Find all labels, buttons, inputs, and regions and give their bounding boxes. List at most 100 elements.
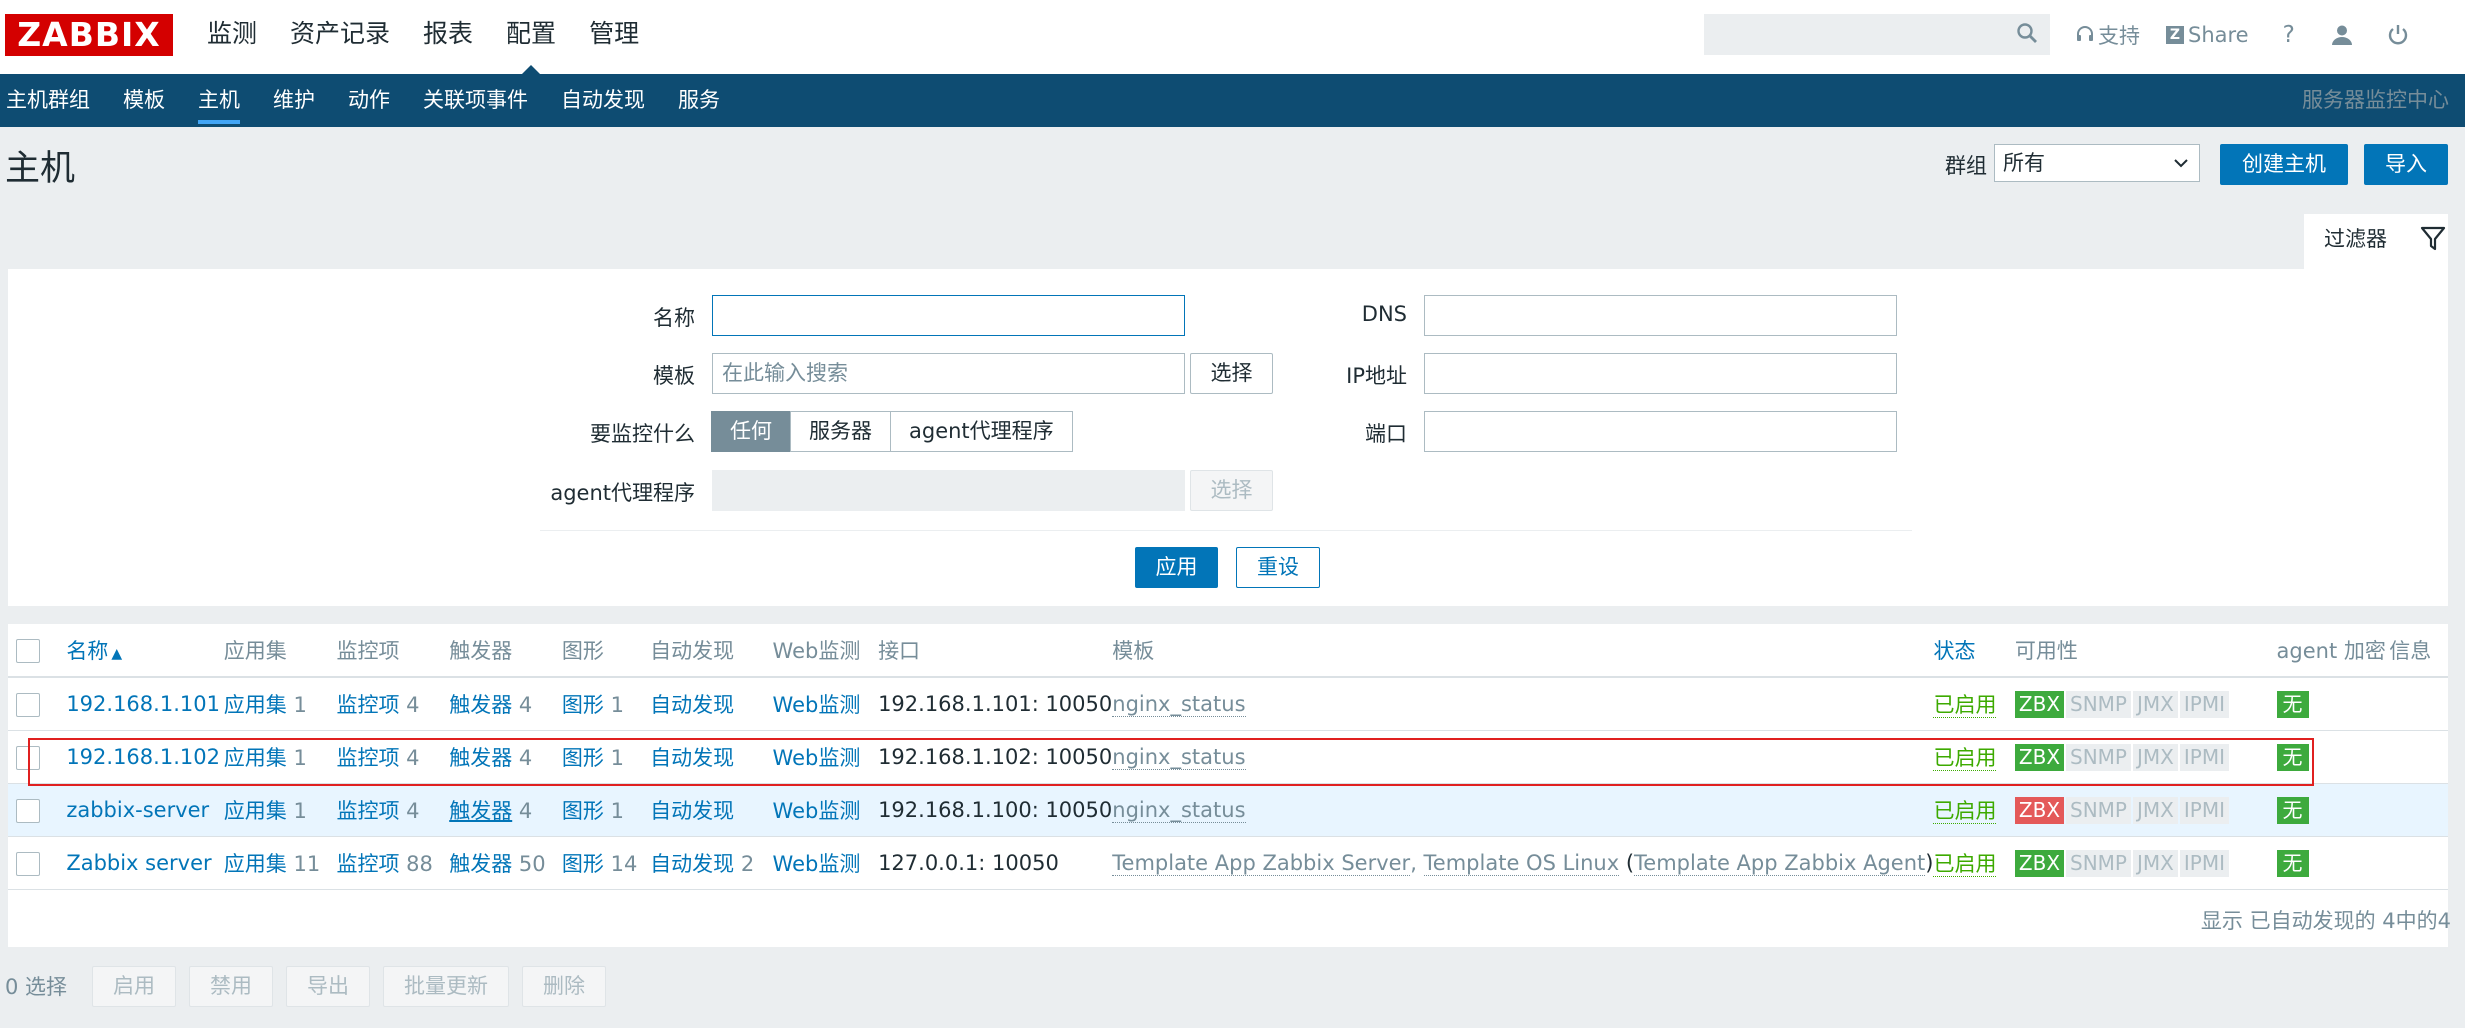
status-toggle[interactable]: 已启用 [1933,693,1997,718]
template-link[interactable]: Template App Zabbix Server [1112,851,1411,876]
user-profile-icon[interactable] [2331,24,2353,46]
monitored-by-any[interactable]: 任何 [711,411,791,452]
table-header-row: 名称 ▲ 应用集 监控项 触发器 图形 自动发现 Web监测 接口 模板 状态 可… [8,624,2448,678]
items-count: 4 [406,799,420,823]
submenu-hosts[interactable]: 主机 [198,74,240,127]
web-link[interactable]: Web监测 [773,693,861,717]
create-host-button[interactable]: 创建主机 [2220,144,2348,185]
graphs-link[interactable]: 图形 [562,852,604,876]
filter-ip-label: IP地址 [1346,364,1407,388]
host-name-link[interactable]: Zabbix server [66,851,211,875]
graphs-link[interactable]: 图形 [562,693,604,717]
submenu-actions[interactable]: 动作 [348,74,390,127]
menu-configuration[interactable]: 配置 [506,0,556,74]
jmx-badge: JMX [2133,690,2178,718]
items-link[interactable]: 监控项 [336,799,399,823]
server-name: 服务器监控中心 [2302,88,2449,112]
group-label: 群组 [1945,154,1987,178]
encryption-badge: 无 [2276,849,2309,877]
triggers-link[interactable]: 触发器 [449,693,512,717]
filter-reset-button[interactable]: 重设 [1236,547,1320,588]
filter-name-input[interactable] [712,295,1185,336]
menu-reports[interactable]: 报表 [423,0,473,74]
template-link[interactable]: Template OS Linux [1423,851,1620,876]
availability-badges: ZBX SNMP JMX IPMI [2014,783,2277,837]
filter-ip-input[interactable] [1424,353,1897,394]
discovery-link[interactable]: 自动发现 [650,799,734,823]
graphs-link[interactable]: 图形 [562,799,604,823]
column-items: 监控项 [336,624,450,678]
template-select-button[interactable]: 选择 [1190,353,1273,394]
submenu-discovery[interactable]: 自动发现 [561,74,645,127]
row-checkbox[interactable] [16,692,40,717]
discovery-link[interactable]: 自动发现 [650,693,734,717]
monitored-by-toggle: 任何 服务器 agent代理程序 [711,411,1073,452]
column-graphs: 图形 [561,624,651,678]
submenu-services[interactable]: 服务 [678,74,720,127]
web-link[interactable]: Web监测 [773,852,861,876]
applications-link[interactable]: 应用集 [224,799,287,823]
submenu-maintenance[interactable]: 维护 [273,74,315,127]
menu-monitoring[interactable]: 监测 [207,0,257,74]
page-title: 主机 [5,149,76,189]
snmp-badge: SNMP [2066,690,2131,718]
filter-port-input[interactable] [1424,411,1897,452]
support-link[interactable]: 支持 [2076,20,2140,50]
row-checkbox[interactable] [16,798,40,823]
search-icon[interactable] [2016,22,2038,49]
submenu-templates[interactable]: 模板 [123,74,165,127]
status-toggle[interactable]: 已启用 [1933,852,1997,877]
template-link[interactable]: Template App Zabbix Agent [1634,851,1926,876]
logout-icon[interactable] [2387,24,2409,46]
support-label: 支持 [2098,23,2140,48]
import-button[interactable]: 导入 [2364,144,2448,185]
mass-update-button: 批量更新 [383,965,510,1007]
host-name-link[interactable]: zabbix-server [66,798,209,822]
search-input[interactable] [1704,14,2050,55]
zabbix-logo[interactable]: ZABBIX [5,14,173,56]
filter-dns-input[interactable] [1424,295,1897,336]
web-link[interactable]: Web监测 [773,799,861,823]
column-status[interactable]: 状态 [1933,624,2015,678]
filter-template-input[interactable]: 在此输入搜索 [712,353,1185,394]
submenu-host-groups[interactable]: 主机群组 [6,74,90,127]
items-link[interactable]: 监控项 [336,693,399,717]
menu-inventory[interactable]: 资产记录 [290,0,390,74]
filter-tab[interactable]: 过滤器 [2304,214,2448,269]
menu-administration[interactable]: 管理 [589,0,639,74]
group-select-value: 所有 [2003,151,2045,175]
triggers-link[interactable]: 触发器 [449,799,512,823]
help-icon[interactable]: ? [2283,22,2295,48]
monitored-by-proxy[interactable]: agent代理程序 [890,411,1073,452]
group-select[interactable]: 所有 [1994,144,2200,182]
select-all-checkbox[interactable] [16,638,40,663]
availability-badges: ZBX SNMP JMX IPMI [2014,836,2277,890]
template-link[interactable]: nginx_status [1112,798,1246,823]
triggers-link[interactable]: 触发器 [449,852,512,876]
zbx-badge: ZBX [2014,690,2065,718]
row-checkbox[interactable] [16,851,40,876]
filter-apply-button[interactable]: 应用 [1135,547,1218,588]
share-link[interactable]: Z Share [2166,23,2249,47]
items-link[interactable]: 监控项 [336,852,399,876]
column-triggers: 触发器 [449,624,562,678]
column-encryption: agent 加密 [2276,624,2390,678]
filter-dns-label: DNS [1361,302,1407,326]
column-availability: 可用性 [2014,624,2277,678]
applications-link[interactable]: 应用集 [224,852,287,876]
column-name[interactable]: 名称 ▲ [66,624,224,678]
discovery-link[interactable]: 自动发现 [650,852,734,876]
sub-menu: 主机群组 模板 主机 维护 动作 关联项事件 自动发现 服务 [6,74,753,127]
filter-proxy-input [712,470,1185,511]
monitored-by-server[interactable]: 服务器 [790,411,891,452]
column-applications: 应用集 [223,624,337,678]
items-count: 4 [406,693,420,717]
interface-value: 192.168.1.100: 10050 [878,783,1113,837]
submenu-correlation[interactable]: 关联项事件 [423,74,528,127]
applications-link[interactable]: 应用集 [224,693,287,717]
status-toggle[interactable]: 已启用 [1933,799,1997,824]
triggers-count: 4 [518,693,533,717]
host-name-link[interactable]: 192.168.1.101 [66,692,220,716]
template-link[interactable]: nginx_status [1112,692,1246,717]
interface-value: 192.168.1.101: 10050 [878,677,1113,731]
